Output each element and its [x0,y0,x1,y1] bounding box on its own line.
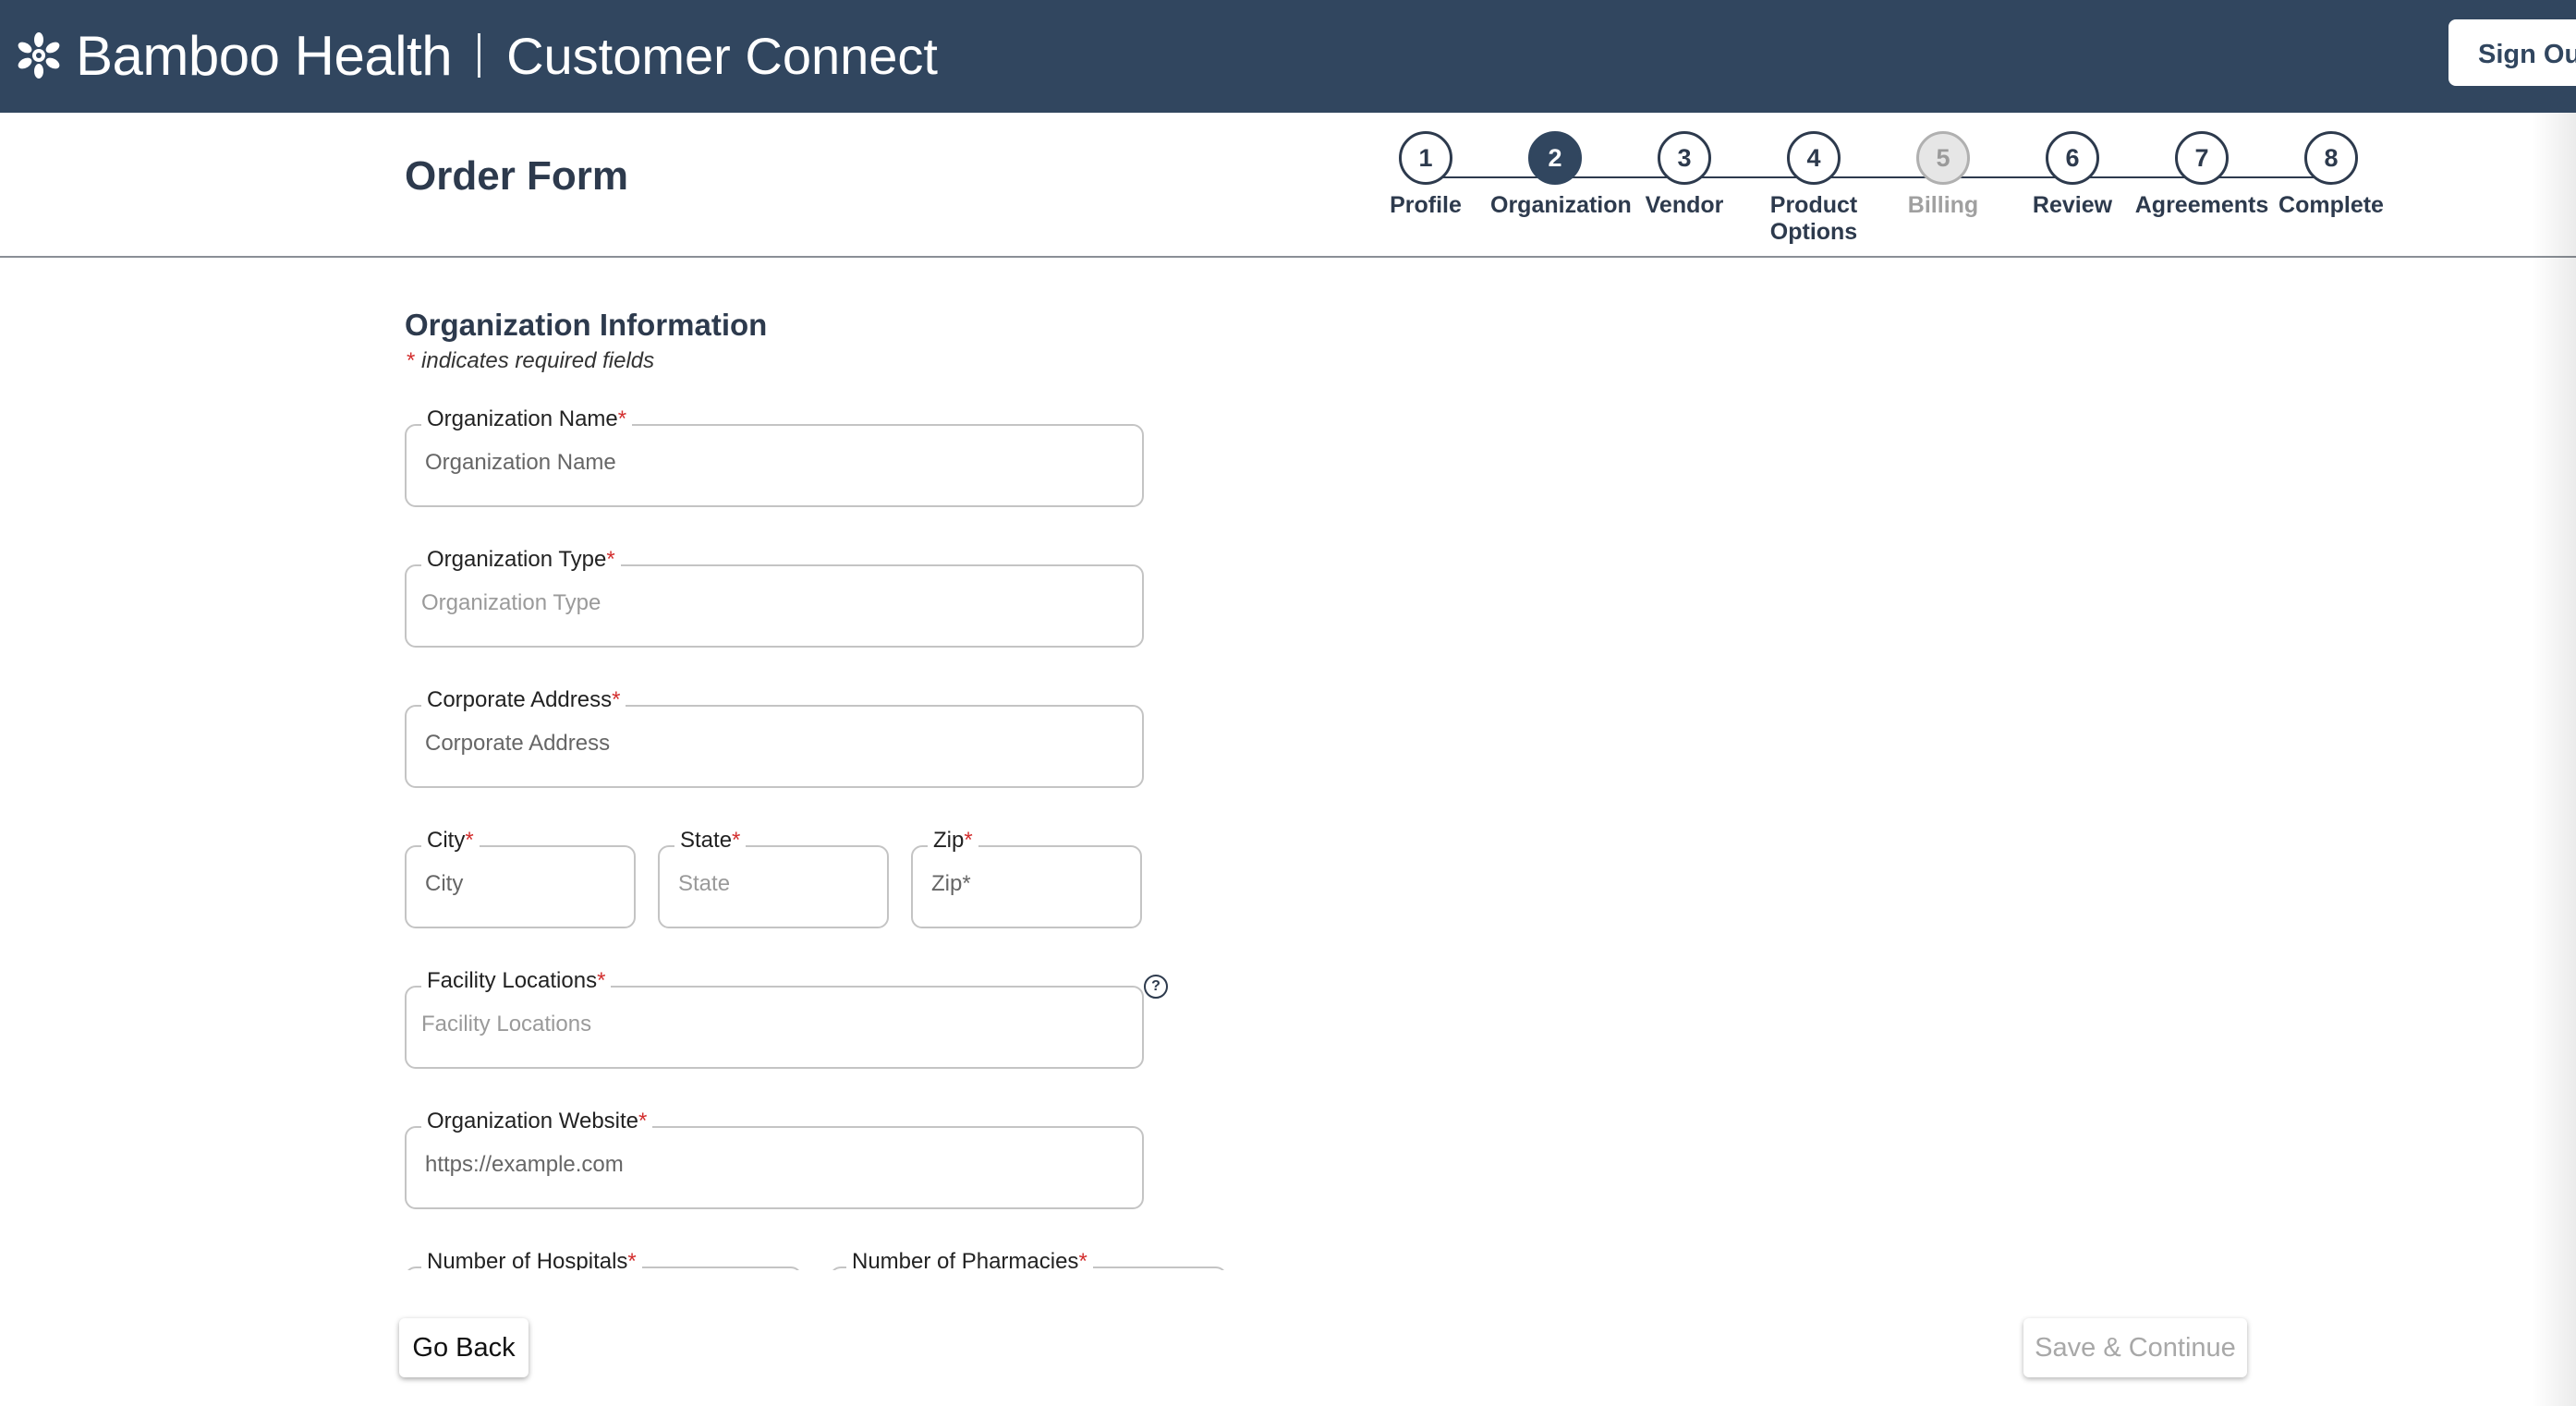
required-star: * [964,828,973,853]
step-number: 8 [2304,131,2358,185]
required-star: * [407,348,416,373]
top-navigation-bar: Bamboo Health Customer Connect Sign Out [0,0,2576,113]
save-and-continue-button[interactable]: Save & Continue [2023,1318,2247,1377]
required-star: * [732,828,741,853]
field-label: State* [674,828,747,854]
label-text: Number of Hospitals [427,1249,628,1270]
corporate-address-field[interactable]: Corporate Address* [405,687,1144,788]
label-text: Number of Pharmacies [852,1249,1079,1270]
scroll-shadow [2532,113,2576,1406]
step-profile[interactable]: 1 Profile [1361,131,1490,219]
page-title: Order Form [405,153,629,199]
step-number: 7 [2175,131,2229,185]
form-footer: Go Back Save & Continue [0,1270,2576,1406]
organization-type-field[interactable]: Organization Type* [405,547,1144,648]
required-star: * [638,1109,648,1133]
progress-stepper: 1 Profile 2 Organization 3 Vendor 4 Prod… [1349,131,2458,251]
corporate-address-input[interactable] [425,731,1127,757]
step-label: Product Options [1769,192,1858,245]
organization-website-input[interactable] [425,1152,1127,1178]
step-label: Agreements [2134,192,2269,218]
brand-divider [478,33,481,78]
label-text: City [427,828,466,853]
step-vendor[interactable]: 3 Vendor [1620,131,1749,219]
state-select[interactable] [678,871,872,897]
step-number: 6 [2046,131,2099,185]
label-text: Corporate Address [427,687,613,712]
field-label: Organization Website* [421,1109,653,1134]
zip-field[interactable]: Zip* [911,828,1142,928]
brand[interactable]: Bamboo Health Customer Connect [15,22,938,89]
brand-name: Bamboo Health [76,24,453,87]
zip-input[interactable] [931,871,1125,897]
label-text: Organization Type [427,547,607,572]
facility-locations-select[interactable] [421,1012,1127,1037]
field-label: Organization Name* [421,406,633,432]
step-complete[interactable]: 8 Complete [2266,131,2396,219]
required-star: * [465,828,474,853]
form-scroll-area[interactable]: Organization Information * indicates req… [0,258,2576,1270]
organization-name-field[interactable]: Organization Name* [405,406,1144,507]
required-fields-note: * indicates required fields [407,348,654,374]
field-label: Corporate Address* [421,687,626,713]
required-star: * [627,1249,637,1270]
city-input[interactable] [425,871,619,897]
step-label: Organization [1490,192,1632,218]
step-number: 1 [1399,131,1452,185]
field-label: Facility Locations* [421,968,612,994]
field-label: Number of Pharmacies* [846,1249,1093,1270]
state-field[interactable]: State* [658,828,889,928]
step-billing: 5 Billing [1878,131,2008,219]
required-star: * [1078,1249,1088,1270]
step-label: Review [2032,192,2113,218]
order-form-header: Order Form 1 Profile 2 Organization 3 Ve… [0,113,2576,258]
field-label: Organization Type* [421,547,621,573]
required-star: * [597,968,606,993]
label-text: Facility Locations [427,968,598,993]
step-number: 4 [1787,131,1841,185]
section-title: Organization Information [405,308,768,342]
field-label: Zip* [928,828,978,854]
step-product-options[interactable]: 4 Product Options [1758,131,1869,246]
label-text: Organization Website [427,1109,639,1133]
field-label: Number of Hospitals* [421,1249,642,1270]
step-number: 3 [1658,131,1711,185]
question-circle-icon[interactable]: ? [1144,975,1168,999]
required-star: * [612,687,621,712]
label-text: Zip [933,828,965,853]
step-number: 2 [1528,131,1582,185]
go-back-button[interactable]: Go Back [399,1318,529,1377]
bamboo-health-logo-icon [18,32,60,79]
step-label: Billing [1907,192,1979,218]
required-note-text: indicates required fields [415,348,655,373]
step-label: Vendor [1645,192,1724,218]
required-star: * [606,547,615,572]
step-number: 5 [1916,131,1970,185]
app-name: Customer Connect [506,26,938,85]
step-label: Complete [2278,192,2384,218]
sign-out-button[interactable]: Sign Out [2448,19,2576,86]
organization-type-select[interactable] [421,590,1127,616]
label-text: State [680,828,733,853]
step-label: Profile [1390,192,1462,218]
step-organization[interactable]: 2 Organization [1490,131,1632,219]
step-agreements[interactable]: 7 Agreements [2132,131,2271,219]
field-label: City* [421,828,480,854]
organization-website-field[interactable]: Organization Website* [405,1109,1144,1209]
label-text: Organization Name [427,406,618,431]
organization-name-input[interactable] [425,450,1127,476]
step-review[interactable]: 6 Review [2008,131,2137,219]
required-star: * [617,406,627,431]
city-field[interactable]: City* [405,828,636,928]
facility-locations-field[interactable]: Facility Locations* [405,968,1144,1069]
